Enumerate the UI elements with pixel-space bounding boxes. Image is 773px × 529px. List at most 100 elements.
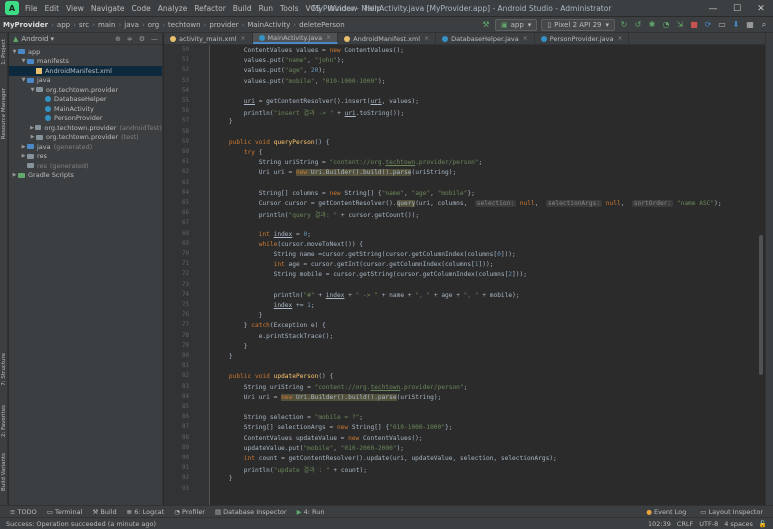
sync-gradle-icon[interactable]: ⟳: [703, 20, 713, 30]
code-line[interactable]: e.printStackTrace();: [214, 333, 334, 340]
tool-6-logcat[interactable]: ≣ 6: Logcat: [127, 508, 165, 516]
search-icon[interactable]: ⌕: [759, 20, 769, 30]
tool-favorites[interactable]: 2: Favorites: [1, 405, 7, 437]
tree-item[interactable]: AndroidManifest.xml: [9, 66, 162, 76]
breadcrumb-item[interactable]: deletePerson: [296, 21, 348, 29]
maximize-button[interactable]: ☐: [725, 0, 749, 17]
expanded-arrow-icon[interactable]: ▼: [11, 49, 18, 55]
code-line[interactable]: values.put("name", "john");: [214, 57, 345, 64]
code-line[interactable]: uri = getContentResolver().insert(uri, v…: [214, 98, 419, 105]
indent-setting[interactable]: 4 spaces: [724, 520, 753, 528]
caret-position[interactable]: 102:39: [648, 520, 671, 528]
tree-item[interactable]: ▼ app: [9, 47, 162, 57]
tree-item[interactable]: ▶ org.techtown.provider (test): [9, 133, 162, 143]
tool-build-variants[interactable]: Build Variants: [1, 453, 7, 491]
menu-view[interactable]: View: [66, 4, 84, 13]
avd-manager-icon[interactable]: ▭: [717, 20, 727, 30]
event-log-button[interactable]: ● Event Log: [646, 508, 686, 516]
breadcrumb-item[interactable]: java: [121, 21, 142, 29]
menu-file[interactable]: File: [25, 4, 38, 13]
file-encoding[interactable]: UTF-8: [699, 520, 718, 528]
tree-item[interactable]: ▶ org.techtown.provider (androidTest): [9, 123, 162, 133]
breadcrumb-item[interactable]: main: [95, 21, 119, 29]
breadcrumb-item[interactable]: techtown: [165, 21, 204, 29]
tab-androidmanifest-xml[interactable]: AndroidManifest.xml ×: [338, 33, 437, 44]
tree-item[interactable]: ▶ Gradle Scripts: [9, 171, 162, 181]
project-structure-icon[interactable]: ▦: [745, 20, 755, 30]
code-line[interactable]: }: [214, 475, 233, 482]
menu-code[interactable]: Code: [132, 4, 151, 13]
code-line[interactable]: ContentValues updateValue = new ContentV…: [214, 435, 423, 442]
expanded-arrow-icon[interactable]: ▼: [29, 87, 36, 93]
breadcrumb-item[interactable]: MainActivity: [244, 21, 293, 29]
tab-databasehelper-java[interactable]: DatabaseHelper.java ×: [436, 33, 535, 44]
close-button[interactable]: ✕: [749, 0, 773, 17]
stop-icon[interactable]: ■: [689, 20, 699, 30]
code-line[interactable]: index += 1;: [214, 302, 315, 309]
project-view-select[interactable]: Android: [21, 35, 48, 43]
layout-inspector-button[interactable]: ▭ Layout Inspector: [700, 508, 763, 516]
code-line[interactable]: println("insert 결과 -> " + uri.toString()…: [214, 108, 404, 117]
code-line[interactable]: while(cursor.moveToNext()) {: [214, 241, 363, 248]
collapsed-arrow-icon[interactable]: ▶: [20, 144, 27, 150]
line-separator[interactable]: CRLF: [677, 520, 693, 528]
code-line[interactable]: println("update 결과 : " + count);: [214, 465, 367, 474]
code-line[interactable]: } catch(Exception e) {: [214, 322, 326, 329]
attach-debugger-icon[interactable]: ⇲: [675, 20, 685, 30]
code-line[interactable]: String[] selectionArgs = new String[] {"…: [214, 424, 453, 431]
sdk-manager-icon[interactable]: ⬇: [731, 20, 741, 30]
close-tab-icon[interactable]: ×: [424, 35, 429, 42]
code-line[interactable]: updateValue.put("mobile", "010-2000-2000…: [214, 445, 404, 452]
tree-item[interactable]: ▶ res: [9, 152, 162, 162]
collapsed-arrow-icon[interactable]: ▶: [20, 153, 27, 159]
tree-item[interactable]: DatabaseHelper: [9, 95, 162, 105]
tool-resource-manager[interactable]: Resource Manager: [1, 88, 7, 139]
code-line[interactable]: }: [214, 118, 233, 125]
tool-4-run[interactable]: ▶ 4: Run: [297, 508, 325, 516]
tab-personprovider-java[interactable]: PersonProvider.java ×: [535, 33, 630, 44]
collapsed-arrow-icon[interactable]: ▶: [11, 172, 18, 178]
menu-build[interactable]: Build: [233, 4, 252, 13]
code-line[interactable]: values.put("age", 20);: [214, 67, 326, 74]
expanded-arrow-icon[interactable]: ▼: [20, 77, 27, 83]
debug-icon[interactable]: ✱: [647, 20, 657, 30]
tree-item[interactable]: ▼ java: [9, 76, 162, 86]
menu-edit[interactable]: Edit: [45, 4, 60, 13]
profile-icon[interactable]: ◔: [661, 20, 671, 30]
code-line[interactable]: String[] columns = new String[] {"name",…: [214, 190, 475, 197]
code-line[interactable]: String name =cursor.getString(cursor.get…: [214, 251, 516, 258]
tool-todo[interactable]: ≡ TODO: [10, 508, 37, 516]
code-line[interactable]: }: [214, 343, 248, 350]
tree-item[interactable]: ▼ org.techtown.provider: [9, 85, 162, 95]
code-editor[interactable]: 50 51 52 53 54 55 56 57 58 59 60 61 62 63 64 65 66 67 68 69…: [164, 45, 765, 505]
code-line[interactable]: public void queryPerson() {: [214, 139, 330, 146]
close-tab-icon[interactable]: ×: [326, 34, 331, 41]
menu-refactor[interactable]: Refactor: [194, 4, 225, 13]
collapse-icon[interactable]: ≑: [127, 35, 133, 43]
code-line[interactable]: Uri uri = new Uri.Builder().build().pars…: [214, 393, 441, 401]
code-line[interactable]: String uriString = "content://org.techto…: [214, 159, 483, 166]
code-line[interactable]: public void updatePerson() {: [214, 373, 333, 380]
code-line[interactable]: int count = getContentResolver().update(…: [214, 455, 557, 462]
code-line[interactable]: }: [214, 353, 233, 360]
device-select[interactable]: ▯ Pixel 2 API 29 ▾: [541, 18, 615, 31]
apply-changes-icon[interactable]: ↻: [619, 20, 629, 30]
code-line[interactable]: println("query 결과: " + cursor.getCount()…: [214, 210, 419, 219]
tab-mainactivity-java[interactable]: MainActivity.java ×: [252, 33, 339, 44]
editor-scrollbar[interactable]: [759, 235, 763, 375]
tool-database-inspector[interactable]: ▤ Database Inspector: [215, 508, 287, 516]
tree-item[interactable]: MainActivity: [9, 104, 162, 114]
breadcrumb-item[interactable]: org: [145, 21, 162, 29]
minimize-button[interactable]: —: [701, 0, 725, 17]
settings-gear-icon[interactable]: ⚙: [139, 35, 145, 43]
tool-build[interactable]: ⚒ Build: [92, 508, 116, 516]
code-line[interactable]: ContentValues values = new ContentValues…: [214, 47, 404, 54]
code-line[interactable]: Cursor cursor = getContentResolver().que…: [214, 200, 722, 207]
tab-activity-main-xml[interactable]: activity_main.xml ×: [164, 33, 253, 44]
close-tab-icon[interactable]: ×: [617, 35, 622, 42]
code-line[interactable]: }: [214, 312, 263, 319]
code-line[interactable]: Uri uri = new Uri.Builder().build().pars…: [214, 169, 456, 177]
apply-code-changes-icon[interactable]: ↺: [633, 20, 643, 30]
code-line[interactable]: values.put("mobile", "010-1000-1000");: [214, 78, 386, 85]
tool-structure[interactable]: 7: Structure: [1, 353, 7, 386]
